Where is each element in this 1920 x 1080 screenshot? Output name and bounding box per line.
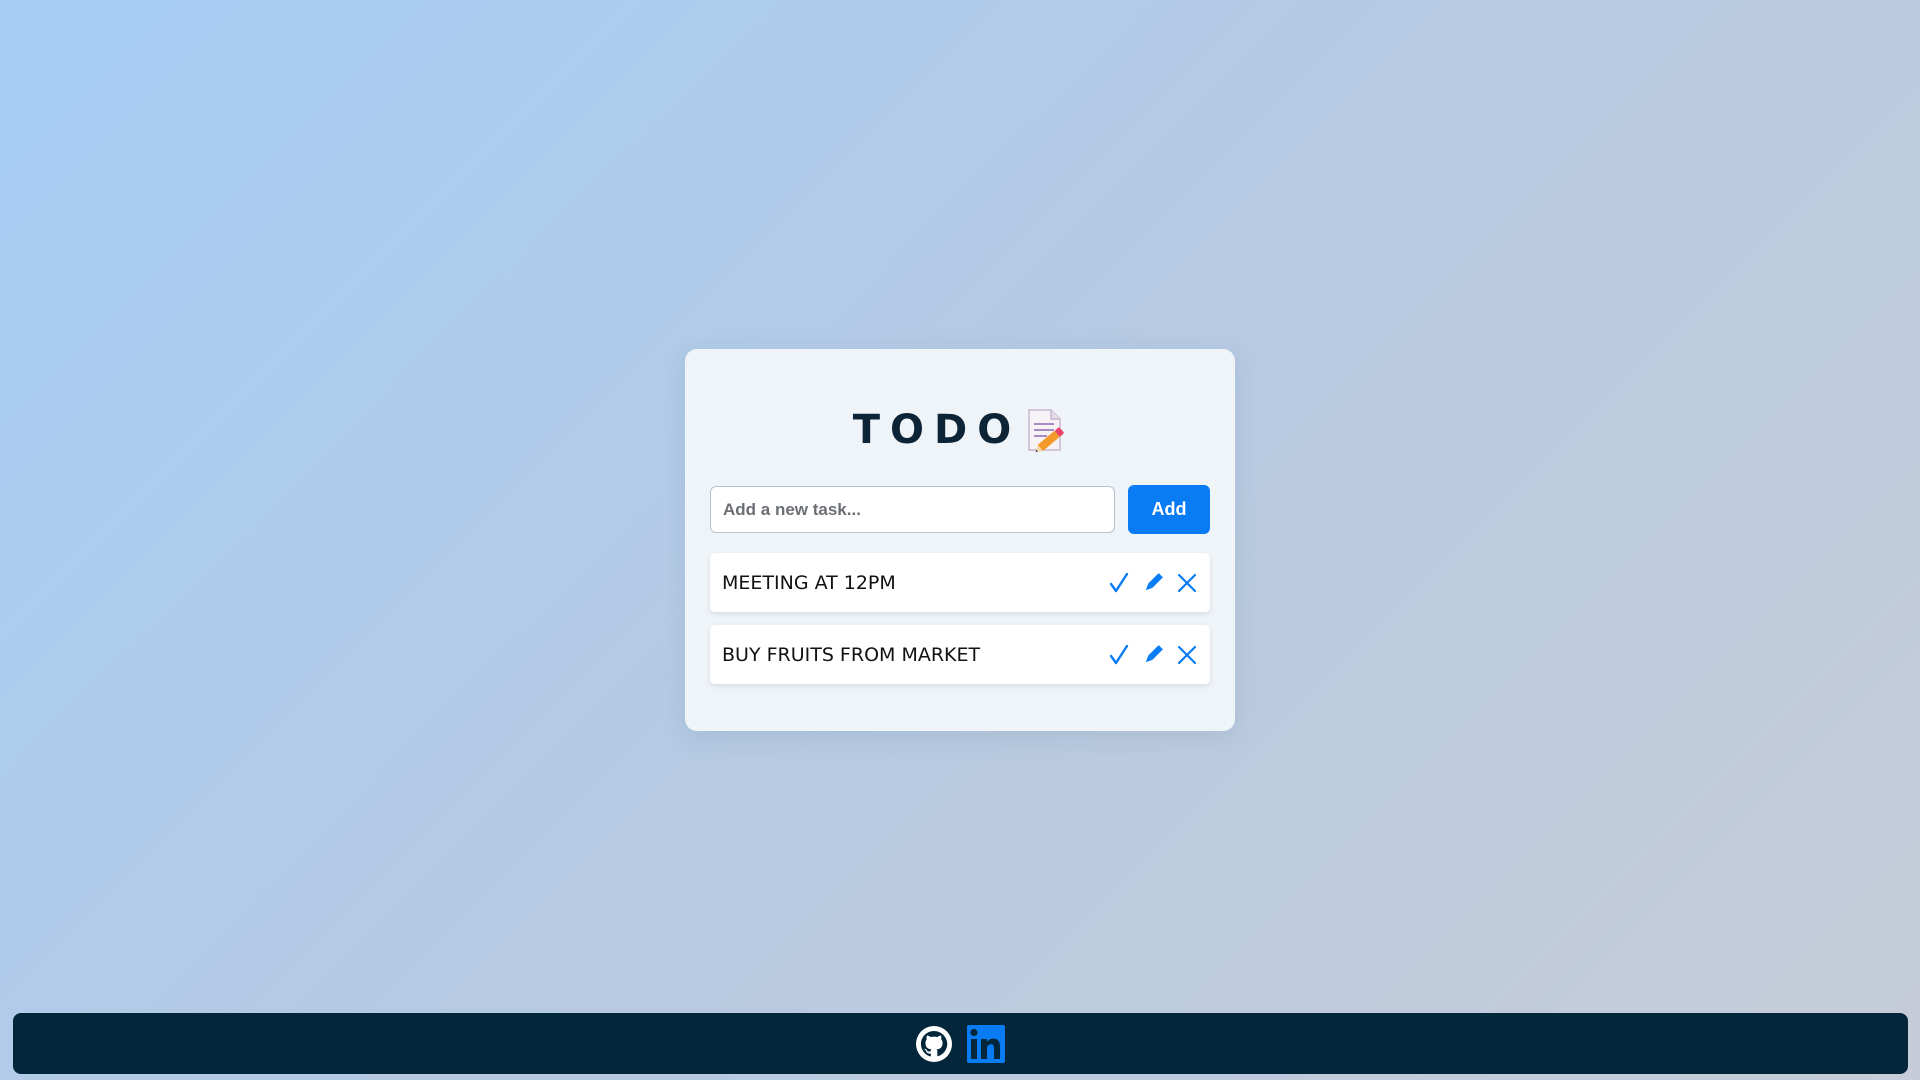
check-icon (1109, 572, 1129, 592)
new-task-input[interactable] (710, 486, 1115, 533)
task-item: MEETING AT 12PM (710, 553, 1210, 612)
check-icon (1109, 644, 1129, 664)
task-text: BUY FRUITS FROM MARKET (722, 643, 981, 666)
task-text: MEETING AT 12PM (722, 571, 896, 594)
footer (13, 1013, 1908, 1074)
github-link[interactable] (915, 1025, 952, 1062)
edit-pencil-icon (1145, 644, 1163, 662)
todo-card: TODO Add MEETING AT 12PM (685, 349, 1235, 731)
linkedin-link[interactable] (966, 1024, 1006, 1064)
complete-task-button[interactable] (1106, 570, 1132, 596)
delete-x-icon (1177, 573, 1197, 592)
edit-task-button[interactable] (1140, 570, 1166, 596)
edit-task-button[interactable] (1140, 642, 1166, 668)
task-actions (1106, 570, 1200, 596)
task-item: BUY FRUITS FROM MARKET (710, 625, 1210, 684)
delete-task-button[interactable] (1174, 570, 1200, 596)
github-icon (915, 1025, 952, 1062)
linkedin-icon (966, 1024, 1005, 1063)
add-task-button[interactable]: Add (1128, 485, 1210, 534)
complete-task-button[interactable] (1106, 642, 1132, 668)
edit-pencil-icon (1145, 572, 1163, 590)
header: TODO (685, 407, 1235, 453)
delete-task-button[interactable] (1174, 642, 1200, 668)
task-actions (1106, 642, 1200, 668)
delete-x-icon (1177, 645, 1197, 664)
app-title: TODO (852, 407, 1022, 453)
memo-icon (1028, 409, 1064, 452)
